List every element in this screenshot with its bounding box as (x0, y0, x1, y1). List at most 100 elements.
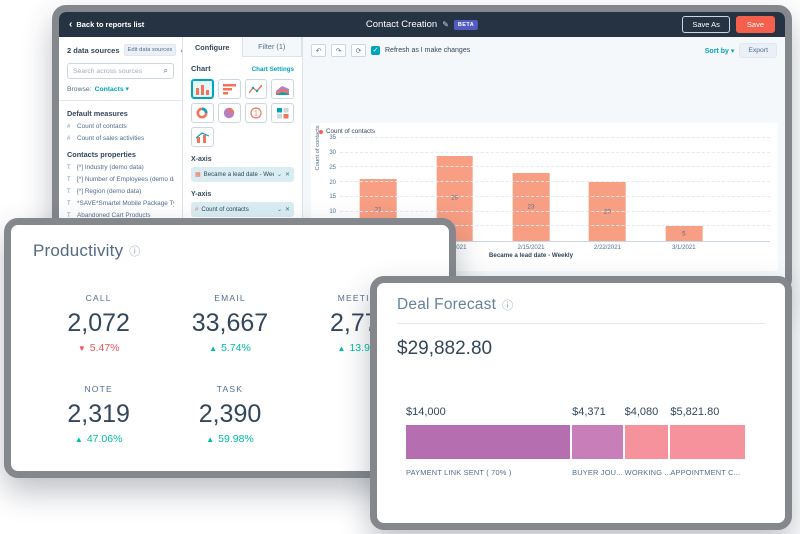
y-tick-label: 20 (329, 180, 336, 186)
sidebar-property-item[interactable]: T*SAVE*Smartel Mobile Package Type (67, 200, 174, 207)
chart-type-bar-icon[interactable] (191, 79, 214, 99)
back-to-reports-link[interactable]: ‹ Back to reports list (69, 20, 144, 30)
property-type-icon: # (67, 136, 73, 142)
chart-heading: Chart (191, 64, 211, 73)
chart-type-line-icon[interactable] (245, 79, 268, 99)
deal-segment: $14,000 PAYMENT LINK SENT ( 70% ) (406, 406, 572, 477)
chart-bar: 20 (589, 182, 626, 241)
sort-by-dropdown[interactable]: Sort by ▾ (705, 47, 735, 55)
y-tick-label: 30 (329, 150, 336, 156)
calendar-icon: ▦ (195, 171, 201, 178)
number-measure-icon: # (195, 207, 198, 213)
y-axis-label: Y-axis (191, 191, 294, 198)
segment-stage-label: PAYMENT LINK SENT ( 70% ) (406, 468, 572, 477)
undo-icon: ↶ (316, 47, 322, 55)
segment-value-label: $14,000 (406, 406, 572, 418)
segment-bar (670, 425, 745, 459)
chevron-down-icon: ▾ (126, 86, 129, 93)
metric-delta: ▲5.74% (164, 342, 295, 354)
sidebar-property-item[interactable]: #Count of sales activities (67, 135, 174, 142)
metric-task: TASK2,390▲59.98% (164, 384, 295, 445)
save-button[interactable]: Save (736, 16, 775, 33)
property-type-icon: T (67, 165, 73, 171)
gridline (340, 166, 770, 167)
back-label: Back to reports list (76, 20, 144, 29)
metric-value: 2,319 (33, 400, 164, 429)
remove-x-axis-icon[interactable]: ✕ (285, 171, 290, 178)
chart-type-combo-icon[interactable] (191, 127, 214, 147)
info-icon[interactable]: ⓘ (502, 297, 513, 313)
sidebar-property-item[interactable]: T[*] Region (demo data) (67, 188, 174, 195)
segment-bar (406, 425, 570, 459)
y-axis-pill[interactable]: # Count of contacts ⌄ ✕ (191, 202, 294, 217)
remove-y-axis-icon[interactable]: ✕ (285, 206, 290, 213)
sidebar-divider (59, 100, 182, 101)
deal-total-amount: $29,882.80 (397, 338, 765, 360)
chevron-down-icon[interactable]: ⌄ (277, 171, 282, 178)
metric-note: NOTE2,319▲47.06% (33, 384, 164, 445)
property-type-icon: # (67, 124, 73, 130)
chart-legend: Count of contacts (319, 128, 770, 135)
beta-badge: BETA (454, 20, 478, 30)
x-tick-label: 3/1/2021 (646, 242, 722, 251)
chart-type-kpi-icon[interactable]: 1 (245, 103, 268, 123)
metric-delta: ▲47.06% (33, 433, 164, 445)
property-type-icon: T (67, 177, 73, 183)
property-type-icon: T (67, 189, 73, 195)
chart-bar: 5 (665, 226, 702, 241)
metric-value: 33,667 (164, 309, 295, 338)
segment-bar (572, 425, 623, 459)
search-sources-input[interactable]: Search across sources ⌕ (67, 63, 174, 79)
bar-value-label: 20 (589, 208, 626, 215)
top-navigation-bar: ‹ Back to reports list Contact Creation … (59, 12, 785, 37)
chart-type-donut-icon[interactable] (191, 103, 214, 123)
redo-button[interactable]: ↷ (331, 44, 346, 57)
deal-divider (397, 323, 765, 324)
metric-label: EMAIL (164, 293, 295, 303)
undo-button[interactable]: ↶ (311, 44, 326, 57)
chart-type-table-icon[interactable] (271, 103, 294, 123)
property-type-icon: T (67, 201, 73, 207)
refresh-icon: ⟳ (356, 47, 362, 55)
chart-type-area-icon[interactable] (271, 79, 294, 99)
export-button[interactable]: Export (739, 43, 777, 58)
edit-title-pencil-icon[interactable]: ✎ (442, 20, 449, 29)
tab-filter-1[interactable]: Filter (1) (243, 37, 303, 57)
chart-settings-link[interactable]: Chart Settings (252, 66, 294, 73)
sidebar-property-item[interactable]: #Count of contacts (67, 123, 174, 130)
refresh-button[interactable]: ⟳ (351, 44, 366, 57)
up-triangle-icon: ▲ (209, 344, 217, 353)
gridline (340, 196, 770, 197)
segment-value-label: $4,080 (625, 406, 671, 418)
productivity-title: Productivity (33, 241, 123, 261)
refresh-as-i-make-changes-checkbox[interactable]: ✓ (371, 46, 380, 55)
chart-type-pie-icon[interactable] (218, 103, 241, 123)
svg-text:1: 1 (254, 110, 258, 117)
x-axis-label: X-axis (191, 156, 294, 163)
browse-contacts-dropdown[interactable]: Contacts ▾ (95, 85, 129, 93)
y-tick-label: 10 (329, 209, 336, 215)
metric-value: 2,390 (164, 400, 295, 429)
gridline (340, 181, 770, 182)
gridline (340, 152, 770, 153)
deal-segment: $4,371BUYER JOU... (572, 406, 625, 477)
sidebar-property-item[interactable]: T[*] Number of Employees (demo data) (67, 176, 174, 183)
report-title-group: Contact Creation ✎ BETA (366, 19, 478, 30)
y-tick-label: 15 (329, 194, 336, 200)
chart-type-horizontal-bar-icon[interactable] (218, 79, 241, 99)
save-as-button[interactable]: Save As (682, 16, 730, 33)
refresh-checkbox-label: Refresh as I make changes (385, 47, 470, 54)
metric-delta: ▼5.47% (33, 342, 164, 354)
chevron-down-icon[interactable]: ⌄ (277, 206, 282, 213)
segment-bar (625, 425, 669, 459)
sidebar-property-item[interactable]: T[*] Industry (demo data) (67, 164, 174, 171)
edit-data-sources-button[interactable]: Edit data sources (124, 44, 177, 56)
bar-value-label: 5 (665, 230, 702, 237)
y-tick-label: 25 (329, 165, 336, 171)
search-icon: ⌕ (164, 66, 168, 76)
x-axis-pill[interactable]: ▦ Became a lead date - Weekly ⌄ ✕ (191, 167, 294, 182)
tab-configure[interactable]: Configure (183, 37, 243, 57)
check-icon: ✓ (373, 47, 379, 54)
info-icon[interactable]: ⓘ (129, 243, 140, 259)
sidebar-section-title: Default measures (67, 109, 174, 118)
